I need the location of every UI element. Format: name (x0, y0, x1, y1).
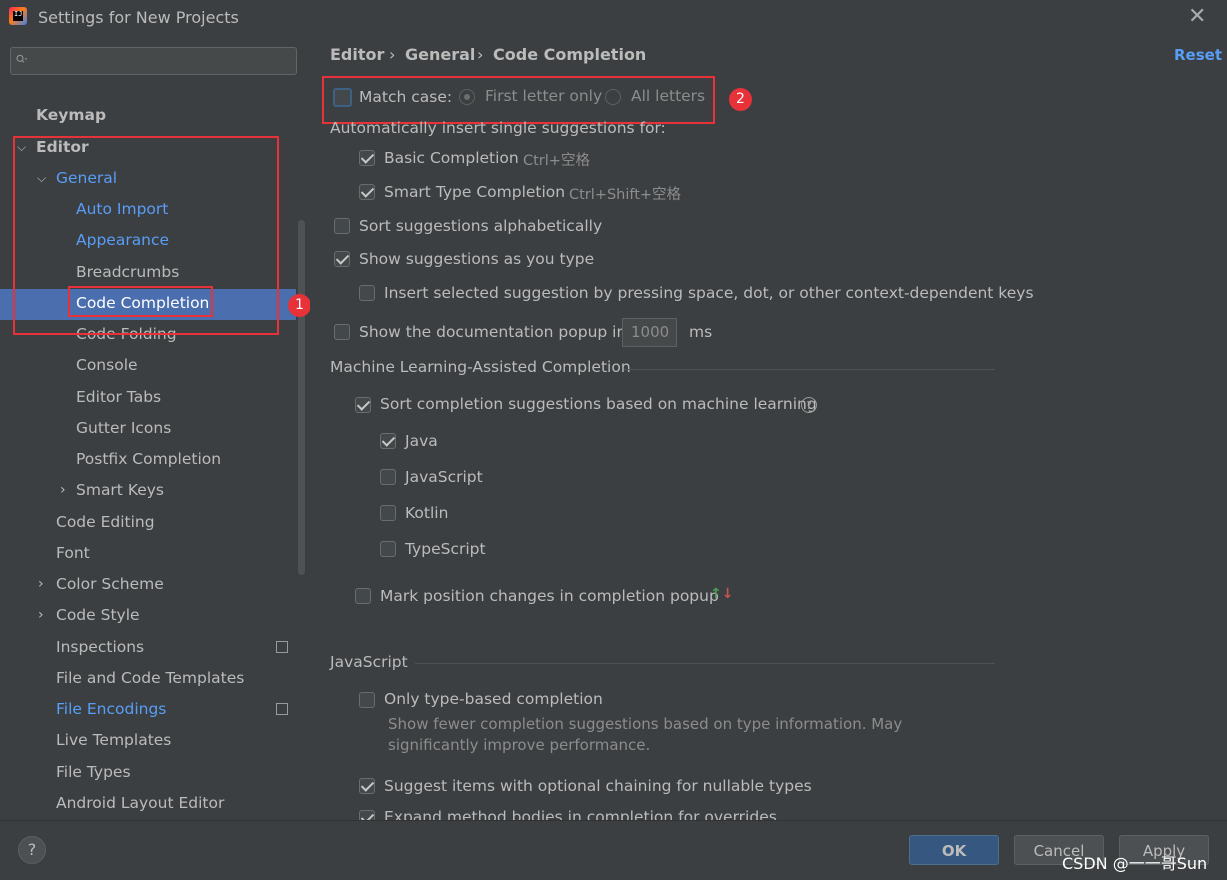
project-scope-icon (276, 641, 288, 653)
only-type-based-label: Only type-based completion (384, 690, 603, 708)
chevron-right-icon[interactable]: › (38, 576, 44, 592)
project-scope-icon (276, 703, 288, 715)
sidebar-item-file-code-templates[interactable]: File and Code Templates (56, 663, 244, 693)
only-type-based-checkbox[interactable] (359, 692, 375, 708)
annotation-box-code-completion (68, 286, 213, 317)
ml-java-label: Java (405, 432, 438, 450)
chevron-right-icon[interactable]: › (38, 607, 44, 623)
sidebar-item-console[interactable]: Console (76, 350, 138, 380)
ml-kotlin-label: Kotlin (405, 504, 449, 522)
ml-javascript-checkbox[interactable] (380, 469, 396, 485)
basic-completion-checkbox[interactable] (359, 150, 375, 166)
ml-typescript-checkbox[interactable] (380, 541, 396, 557)
sidebar-item-live-templates[interactable]: Live Templates (56, 725, 171, 755)
ml-kotlin-checkbox[interactable] (380, 505, 396, 521)
doc-popup-checkbox[interactable] (334, 324, 350, 340)
mark-position-checkbox[interactable] (355, 588, 371, 604)
position-change-arrows-icon: ↑↓ (710, 586, 734, 602)
search-icon (16, 54, 28, 63)
doc-popup-label: Show the documentation popup in (359, 323, 627, 341)
annotation-box-match-case (322, 76, 715, 124)
smart-type-checkbox[interactable] (359, 184, 375, 200)
sidebar-item-font[interactable]: Font (56, 538, 90, 568)
expand-method-checkbox[interactable] (359, 810, 375, 820)
sidebar-item-gutter-icons[interactable]: Gutter Icons (76, 413, 171, 443)
breadcrumb-editor[interactable]: Editor (330, 45, 384, 64)
ml-typescript-label: TypeScript (405, 540, 486, 558)
insert-selected-label: Insert selected suggestion by pressing s… (384, 284, 1034, 302)
intellij-app-icon: IJ (9, 7, 27, 25)
sidebar-item-color-scheme[interactable]: Color Scheme (56, 569, 164, 599)
search-input[interactable] (10, 47, 297, 75)
sidebar-item-keymap[interactable]: Keymap (36, 100, 106, 130)
window-title: Settings for New Projects (38, 8, 239, 27)
sort-alpha-label: Sort suggestions alphabetically (359, 217, 603, 235)
doc-popup-delay-input[interactable]: 1000 (622, 318, 677, 347)
help-icon[interactable]: ? (801, 397, 817, 413)
csdn-watermark: CSDN @一一哥Sun (1062, 854, 1208, 873)
basic-completion-label: Basic Completion (384, 149, 519, 167)
show-as-type-checkbox[interactable] (334, 251, 350, 267)
sidebar-item-postfix-completion[interactable]: Postfix Completion (76, 444, 221, 474)
sidebar-scrollbar[interactable] (298, 220, 305, 575)
ml-sort-checkbox[interactable] (355, 397, 371, 413)
help-button[interactable]: ? (18, 836, 46, 864)
show-as-type-label: Show suggestions as you type (359, 250, 595, 268)
auto-insert-heading: Automatically insert single suggestions … (330, 119, 666, 137)
ml-section-title: Machine Learning-Assisted Completion (330, 358, 631, 376)
ml-section-divider (624, 369, 995, 370)
breadcrumb-general[interactable]: General (405, 45, 475, 64)
js-section-title: JavaScript (330, 653, 408, 671)
smart-type-label: Smart Type Completion (384, 183, 566, 201)
reset-link[interactable]: Reset (1174, 46, 1222, 64)
annotation-number-2: 2 (729, 88, 752, 111)
smart-type-shortcut: Ctrl+Shift+空格 (569, 187, 682, 203)
sidebar-item-android-layout-editor[interactable]: Android Layout Editor (56, 788, 224, 818)
close-icon[interactable]: ✕ (1188, 4, 1206, 29)
sidebar-item-smart-keys[interactable]: Smart Keys (76, 475, 164, 505)
insert-selected-checkbox[interactable] (359, 285, 375, 301)
suggest-optional-label: Suggest items with optional chaining for… (384, 777, 812, 795)
breadcrumb-code-completion: Code Completion (493, 45, 647, 64)
doc-popup-unit: ms (689, 323, 713, 341)
clipped-row-container: Expand method bodies in completion for o… (330, 800, 1030, 820)
breadcrumb-separator: › (477, 45, 484, 64)
ml-javascript-label: JavaScript (405, 468, 483, 486)
sidebar-item-code-style[interactable]: Code Style (56, 600, 140, 630)
sidebar-item-file-types[interactable]: File Types (56, 757, 131, 787)
ml-sort-label: Sort completion suggestions based on mac… (380, 395, 817, 413)
mark-position-label: Mark position changes in completion popu… (380, 587, 719, 605)
sidebar-item-code-editing[interactable]: Code Editing (56, 507, 155, 537)
sidebar-item-file-encodings[interactable]: File Encodings (56, 694, 166, 724)
sidebar-item-editor-tabs[interactable]: Editor Tabs (76, 382, 161, 412)
expand-method-label: Expand method bodies in completion for o… (384, 808, 777, 820)
basic-completion-shortcut: Ctrl+空格 (523, 153, 590, 169)
breadcrumb-separator: › (389, 45, 396, 64)
ok-button[interactable]: OK (909, 835, 999, 865)
chevron-right-icon[interactable]: › (60, 482, 66, 498)
only-type-based-desc-line1: Show fewer completion suggestions based … (388, 715, 903, 733)
only-type-based-desc-line2: significantly improve performance. (388, 736, 651, 754)
ml-java-checkbox[interactable] (380, 433, 396, 449)
sidebar-item-inspections[interactable]: Inspections (56, 632, 144, 662)
js-section-divider (415, 663, 995, 664)
sort-alpha-checkbox[interactable] (334, 218, 350, 234)
suggest-optional-checkbox[interactable] (359, 778, 375, 794)
annotation-number-1: 1 (288, 294, 311, 317)
